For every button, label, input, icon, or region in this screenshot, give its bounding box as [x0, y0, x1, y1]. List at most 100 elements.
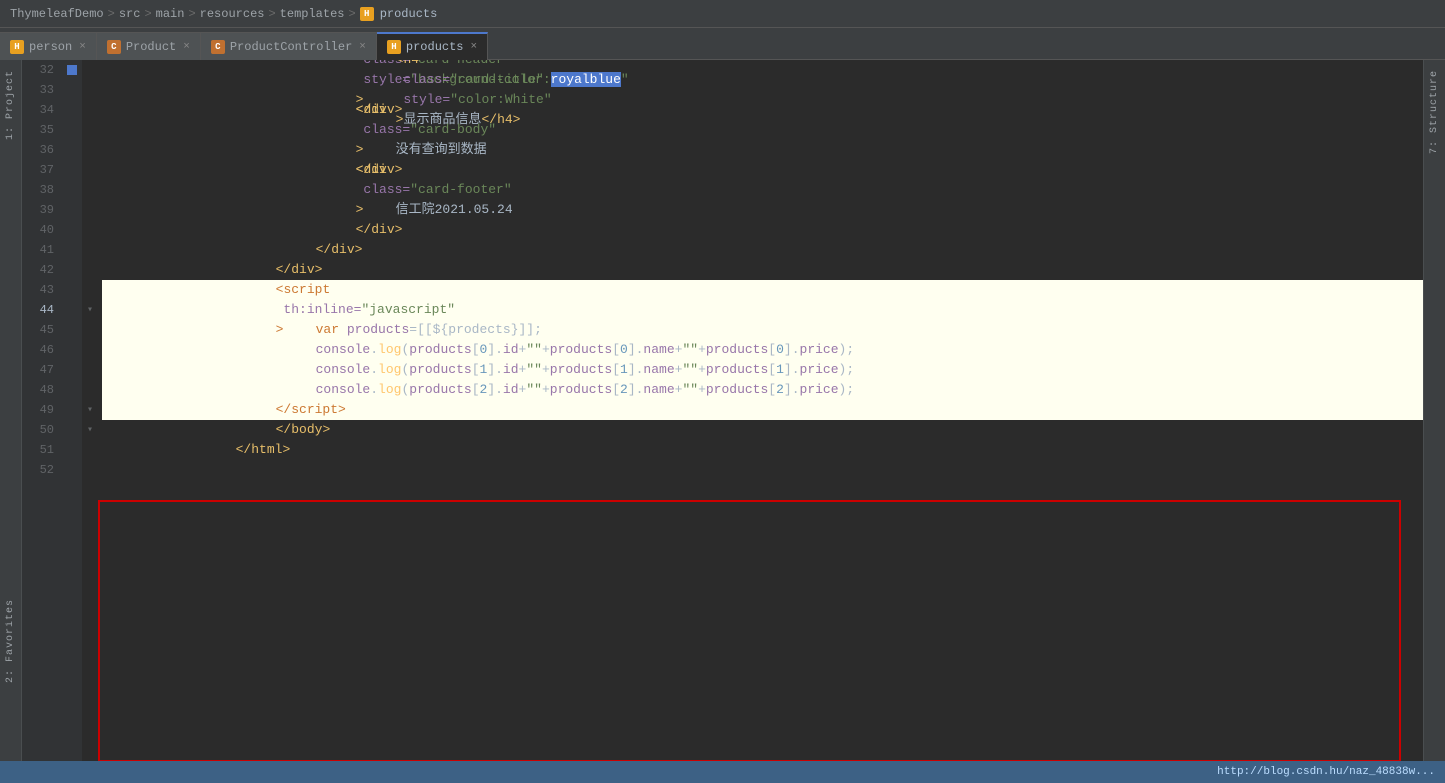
gutter-33: [62, 80, 82, 100]
code-line-35: <div class="card-body" >: [102, 120, 1423, 140]
line-num-44: 44: [30, 300, 54, 320]
tab-close-product[interactable]: ×: [183, 41, 190, 53]
line-num-48: 48: [30, 380, 54, 400]
bookmark-32: [67, 65, 77, 75]
breadcrumb-main[interactable]: main: [156, 7, 185, 21]
fold-33[interactable]: [82, 80, 98, 100]
line-num-40: 40: [30, 220, 54, 240]
fold-35[interactable]: [82, 120, 98, 140]
status-right: http://blog.csdn.hu/naz_48838w...: [1217, 766, 1435, 778]
line-num-46: 46: [30, 340, 54, 360]
fold-41: [82, 240, 98, 260]
favorites-sidebar: 2: Favorites: [0, 599, 22, 683]
tab-products[interactable]: H products ×: [377, 32, 488, 60]
tab-icon-person: H: [10, 40, 24, 54]
fold-44[interactable]: ▾: [82, 300, 98, 320]
breadcrumb-project[interactable]: ThymeleafDemo: [10, 7, 104, 21]
fold-49[interactable]: ▾: [82, 400, 98, 420]
line-num-47: 47: [30, 360, 54, 380]
gutter-32: [62, 60, 82, 80]
breadcrumb-templates[interactable]: templates: [280, 7, 345, 21]
line-num-45: 45: [30, 320, 54, 340]
gutter-41: [62, 240, 82, 260]
gutter-47: [62, 360, 82, 380]
code-lines[interactable]: <div class="card-header" style="backgrou…: [98, 60, 1423, 761]
gutter-39: [62, 200, 82, 220]
gutter-38: [62, 180, 82, 200]
gutter-45: [62, 320, 82, 340]
fold-32[interactable]: [82, 60, 98, 80]
fold-50[interactable]: ▾: [82, 420, 98, 440]
gutter-50: [62, 420, 82, 440]
gutter-34: [62, 100, 82, 120]
fold-45: [82, 320, 98, 340]
line-num-33: 33: [30, 80, 54, 100]
favorites-sidebar-label[interactable]: 2: Favorites: [5, 599, 16, 683]
fold-46: [82, 340, 98, 360]
line-num-36: 36: [30, 140, 54, 160]
editor-wrapper: 32 33 34 35 36 37 38 39 40 41 42 43 44 4…: [22, 60, 1423, 761]
tab-bar: H person × C Product × C ProductControll…: [0, 28, 1445, 60]
structure-sidebar-label[interactable]: 7: Structure: [1429, 70, 1440, 154]
right-sidebar-structure: 7: Structure: [1423, 60, 1445, 761]
lines-container[interactable]: 32 33 34 35 36 37 38 39 40 41 42 43 44 4…: [22, 60, 1423, 761]
line-num-41: 41: [30, 240, 54, 260]
tab-person[interactable]: H person ×: [0, 32, 97, 60]
breadcrumb-file-icon: H: [360, 7, 374, 21]
line-num-37: 37: [30, 160, 54, 180]
editor-container: 1: Project 32 33 34 35 36 37 38 39 40 41…: [0, 60, 1445, 761]
line-num-42: 42: [30, 260, 54, 280]
tab-label-products: products: [406, 40, 464, 54]
fold-42: [82, 260, 98, 280]
line-num-51: 51: [30, 440, 54, 460]
fold-51: [82, 440, 98, 460]
breadcrumb-resources[interactable]: resources: [200, 7, 265, 21]
gutter-49: [62, 400, 82, 420]
line-num-49: 49: [30, 400, 54, 420]
gutter-51: [62, 440, 82, 460]
fold-36: [82, 140, 98, 160]
tab-label-product: Product: [126, 40, 176, 54]
line-num-35: 35: [30, 120, 54, 140]
gutter-43: [62, 280, 82, 300]
fold-34: [82, 100, 98, 120]
gutter-40: [62, 220, 82, 240]
fold-40: [82, 220, 98, 240]
gutter-48: [62, 380, 82, 400]
fold-52: [82, 460, 98, 480]
gutter-36: [62, 140, 82, 160]
gutter-52: [62, 460, 82, 480]
project-sidebar-label[interactable]: 1: Project: [5, 70, 16, 140]
tab-icon-productcontroller: C: [211, 40, 225, 54]
gutter-44: [62, 300, 82, 320]
tab-close-products[interactable]: ×: [471, 41, 478, 53]
code-line-38: <div class="card-footer" >: [102, 180, 1423, 200]
fold-gutter: ▾ ▾ ▾: [82, 60, 98, 761]
line-num-39: 39: [30, 200, 54, 220]
breadcrumb: ThymeleafDemo > src > main > resources >…: [0, 0, 1445, 28]
fold-43: [82, 280, 98, 300]
gutter-37: [62, 160, 82, 180]
code-line-32: <div class="card-header" style="backgrou…: [102, 60, 1423, 80]
gutter-35: [62, 120, 82, 140]
fold-37: [82, 160, 98, 180]
code-line-52: [102, 460, 1423, 480]
status-bar: http://blog.csdn.hu/naz_48838w...: [0, 761, 1445, 783]
tab-close-person[interactable]: ×: [79, 41, 86, 53]
fold-38[interactable]: [82, 180, 98, 200]
tab-productcontroller[interactable]: C ProductController ×: [201, 32, 377, 60]
tab-label-person: person: [29, 40, 72, 54]
code-line-50: </body>: [102, 420, 1423, 440]
gutter: [62, 60, 82, 761]
breadcrumb-src[interactable]: src: [119, 7, 141, 21]
breadcrumb-products[interactable]: products: [380, 7, 438, 21]
line-num-50: 50: [30, 420, 54, 440]
tab-icon-products: H: [387, 40, 401, 54]
line-num-38: 38: [30, 180, 54, 200]
fold-48: [82, 380, 98, 400]
tab-close-productcontroller[interactable]: ×: [359, 41, 366, 53]
line-numbers: 32 33 34 35 36 37 38 39 40 41 42 43 44 4…: [22, 60, 62, 761]
tab-product[interactable]: C Product ×: [97, 32, 201, 60]
line-num-52: 52: [30, 460, 54, 480]
fold-39: [82, 200, 98, 220]
